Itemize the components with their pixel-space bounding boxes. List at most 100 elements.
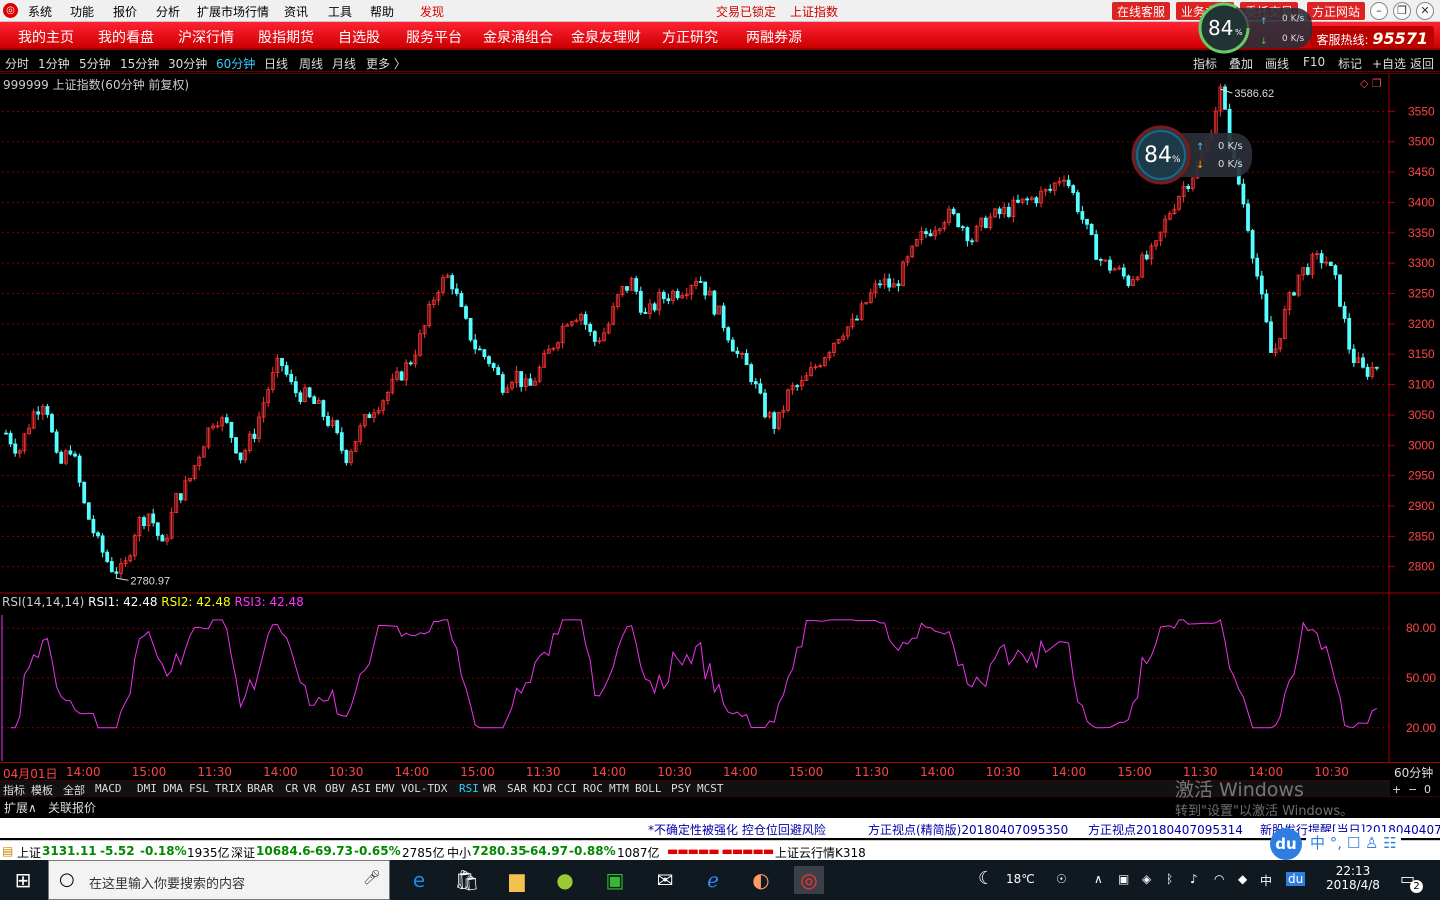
indicator-tab-mtm[interactable]: MTM	[609, 782, 629, 795]
menu-find[interactable]: 发现	[420, 3, 444, 20]
indicator-tab-dma[interactable]: DMA	[163, 782, 183, 795]
network-speed-widget[interactable]: ↑ ↓ 84 % 0 K/s 0 K/s	[1130, 124, 1254, 186]
indicator-tab-asi[interactable]: ASI	[351, 782, 371, 795]
ime-lang[interactable]: 中	[1310, 834, 1325, 852]
menu-quote[interactable]: 报价	[113, 3, 137, 20]
indicator-tab-kdj[interactable]: KDJ	[533, 782, 553, 795]
tf-intraday[interactable]: 分时	[5, 55, 29, 72]
nav-service[interactable]: 服务平台	[406, 27, 462, 47]
nav-watchlist[interactable]: 自选股	[338, 27, 380, 47]
tf-15min[interactable]: 15分钟	[120, 55, 159, 72]
ie-icon[interactable]: ℯ	[698, 866, 728, 894]
nav-futures[interactable]: 股指期货	[258, 27, 314, 47]
index-name-link[interactable]: 上证指数	[790, 3, 838, 20]
related-quote-tab[interactable]: 关联报价	[48, 799, 96, 816]
reset-icon[interactable]: 0	[1424, 783, 1431, 796]
ime-toolbar[interactable]: 中 °, ☐ ♙ ☷	[1306, 832, 1401, 853]
clock[interactable]: 22:13 2018/4/8	[1323, 864, 1383, 892]
indicator-tab-wr[interactable]: WR	[483, 782, 496, 795]
indicator-tab-vr[interactable]: VR	[303, 782, 316, 795]
menu-function[interactable]: 功能	[70, 3, 94, 20]
cloud-quote-label[interactable]: 上证云行情K318	[775, 844, 866, 861]
shield-icon[interactable]: ◈	[1142, 872, 1151, 886]
baidu-tray-icon[interactable]: du	[1286, 872, 1306, 886]
ticker-item[interactable]: *不确定性被强化 控仓位回避风险	[648, 821, 826, 838]
menu-analysis[interactable]: 分析	[156, 3, 180, 20]
f10-button[interactable]: F10	[1303, 55, 1325, 69]
draw-button[interactable]: 画线	[1265, 55, 1289, 72]
green-app-icon[interactable]: ▣	[600, 866, 630, 894]
overlay-button[interactable]: 叠加	[1229, 55, 1253, 72]
menu-help[interactable]: 帮助	[370, 3, 394, 20]
network-speed-widget[interactable]: ↑ ↓ 84 % 0 K/s 0 K/s	[1198, 2, 1314, 54]
indicator-tab-cci[interactable]: CCI	[557, 782, 577, 795]
indicator-tab-emv[interactable]: EMV	[375, 782, 395, 795]
indicator-tab-brar[interactable]: BRAR	[247, 782, 274, 795]
tray-chevron-icon[interactable]: ∧	[1094, 872, 1103, 886]
indicator-tab-rsi[interactable]: RSI	[459, 782, 479, 795]
zoom-out-icon[interactable]: −	[1408, 783, 1417, 796]
folder-icon[interactable]: ▆	[502, 866, 532, 894]
sz-label[interactable]: 深证	[231, 844, 255, 861]
indicator-tab-dmi[interactable]: DMI	[137, 782, 157, 795]
tf-60min[interactable]: 60分钟	[216, 55, 255, 72]
ticker-item[interactable]: 方正视点20180407095314	[1088, 821, 1243, 838]
wifi-icon[interactable]: ◠	[1214, 872, 1224, 886]
tf-daily[interactable]: 日线	[264, 55, 288, 72]
tf-weekly[interactable]: 周线	[299, 55, 323, 72]
nav-my-home[interactable]: 我的主页	[18, 27, 74, 47]
microphone-icon[interactable]: 🎤︎	[363, 870, 381, 886]
indicator-tab-cr[interactable]: CR	[285, 782, 298, 795]
store-icon[interactable]: 🛍︎	[452, 866, 482, 894]
menu-ext-market[interactable]: 扩展市场行情	[197, 3, 269, 20]
edge-icon[interactable]: e	[404, 866, 434, 894]
tf-5min[interactable]: 5分钟	[79, 55, 111, 72]
zoom-in-icon[interactable]: +	[1392, 783, 1401, 796]
nav-margin[interactable]: 两融券源	[746, 27, 802, 47]
tf-monthly[interactable]: 月线	[332, 55, 356, 72]
nav-sh-sz-quotes[interactable]: 沪深行情	[178, 27, 234, 47]
minimize-icon[interactable]: –	[1370, 2, 1388, 20]
nav-research[interactable]: 方正研究	[662, 27, 718, 47]
network-icon[interactable]: ◆	[1238, 872, 1247, 886]
indicator-tab-boll[interactable]: BOLL	[635, 782, 662, 795]
tf-30min[interactable]: 30分钟	[168, 55, 207, 72]
trade-locked-link[interactable]: 交易已锁定	[716, 3, 776, 20]
zx-label[interactable]: 中小	[447, 844, 471, 861]
photo-app-icon[interactable]: ◐	[746, 866, 776, 894]
extend-toggle[interactable]: 扩展∧	[4, 799, 37, 816]
menu-news[interactable]: 资讯	[284, 3, 308, 20]
sh-label[interactable]: 上证	[17, 844, 41, 861]
taskbar-search[interactable]: ○ 在这里输入你要搜索的内容 🎤︎	[48, 860, 390, 900]
tf-1min[interactable]: 1分钟	[38, 55, 70, 72]
indicator-tab-roc[interactable]: ROC	[583, 782, 603, 795]
menu-system[interactable]: 系统	[28, 3, 52, 20]
tray-app-icon[interactable]: ▣	[1118, 872, 1129, 886]
ime-indicator[interactable]: 中	[1260, 872, 1272, 889]
website-button[interactable]: 方正网站	[1307, 2, 1366, 20]
nav-my-watch[interactable]: 我的看盘	[98, 27, 154, 47]
indicator-tab-mcst[interactable]: MCST	[697, 782, 724, 795]
bluetooth-icon[interactable]: ᛒ	[1166, 872, 1173, 886]
indicator-tab-obv[interactable]: OBV	[325, 782, 345, 795]
mark-button[interactable]: 标记	[1338, 55, 1362, 72]
menu-tools[interactable]: 工具	[328, 3, 352, 20]
people-icon[interactable]: ☉	[1056, 872, 1067, 886]
ticker-item[interactable]: 方正视点(精简版)20180407095350	[868, 821, 1068, 838]
indicator-button[interactable]: 指标	[1193, 55, 1217, 72]
mail-icon[interactable]: ✉	[650, 866, 680, 894]
back-button[interactable]: 返回	[1410, 55, 1434, 72]
indicator-tab-psy[interactable]: PSY	[671, 782, 691, 795]
add-watch-button[interactable]: +自选	[1372, 55, 1406, 72]
windows-start-icon[interactable]: ⊞	[8, 866, 38, 894]
online-service-button[interactable]: 在线客服	[1112, 2, 1171, 20]
indicator-tab-fsl[interactable]: FSL	[189, 782, 209, 795]
nav-wealth[interactable]: 金泉友理财	[571, 27, 641, 47]
indicator-tab-sar[interactable]: SAR	[507, 782, 527, 795]
founder-app-icon[interactable]: ◎	[794, 866, 824, 894]
volume-icon[interactable]: ♪	[1190, 872, 1198, 886]
indicator-tab-trix[interactable]: TRIX	[215, 782, 242, 795]
restore-icon[interactable]: ❐	[1393, 2, 1411, 20]
tf-more[interactable]: 更多 〉	[366, 55, 406, 72]
nav-portfolio[interactable]: 金泉涌组合	[483, 27, 553, 47]
